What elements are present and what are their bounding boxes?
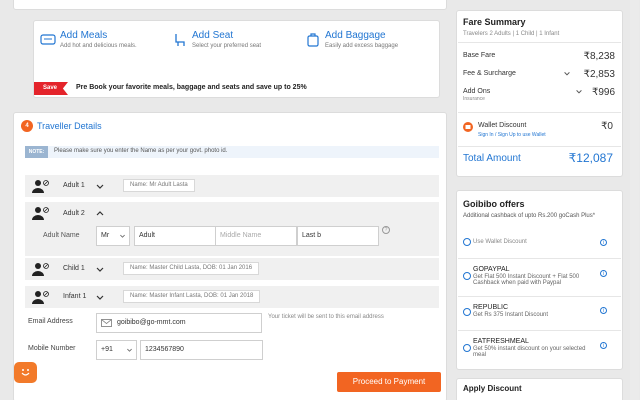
traveller-row-child-1[interactable]: Child 1 Name: Master Child Lasta, DOB: 0… <box>25 258 439 280</box>
add-meals-title: Add Meals <box>60 30 108 41</box>
total-amount-label: Total Amount <box>463 153 521 164</box>
add-meals-sub: Add hot and delicious meals. <box>60 43 137 49</box>
info-icon[interactable]: i <box>600 342 607 349</box>
chevron-down-icon[interactable] <box>95 293 105 303</box>
chevron-down-icon[interactable] <box>575 88 583 96</box>
top-strip-card <box>13 0 447 10</box>
add-baggage-option[interactable]: Add Baggage Easily add excess baggage <box>305 30 435 76</box>
help-icon[interactable]: ? <box>382 226 390 234</box>
offer-radio[interactable] <box>463 344 471 352</box>
addons-banner-text: Pre Book your favorite meals, baggage an… <box>76 84 307 91</box>
traveller-label: Child 1 <box>63 265 85 272</box>
add-baggage-sub: Easily add excess baggage <box>325 43 399 49</box>
wallet-icon <box>463 122 473 132</box>
wallet-signin-link[interactable]: Sign In / Sign Up to use Wallet <box>478 132 546 138</box>
chevron-down-icon[interactable] <box>563 70 571 78</box>
email-label: Email Address <box>28 318 73 325</box>
chat-bot-button[interactable] <box>14 362 37 383</box>
offers-sub: Additional cashback of upto Rs.200 goCas… <box>463 213 596 219</box>
traveller-label: Adult 1 <box>63 182 85 189</box>
offer-code: Use Wallet Discount <box>473 239 527 245</box>
scrollbar-thumb[interactable] <box>630 0 639 400</box>
traveller-name-tag: Name: Mr Adult Lasta <box>123 179 195 192</box>
offer-desc: Get Rs 375 Instant Discount <box>473 312 549 318</box>
offer-radio[interactable] <box>463 238 471 246</box>
mobile-label: Mobile Number <box>28 345 76 352</box>
seat-icon <box>175 34 185 46</box>
addons-row: Add Ons Insurance ₹996 <box>463 87 615 102</box>
wallet-discount-amount: ₹0 <box>601 121 613 132</box>
offer-radio[interactable] <box>463 272 471 280</box>
wallet-discount-label: Wallet Discount <box>478 122 527 129</box>
middle-name-input[interactable]: Middle Name <box>215 226 297 246</box>
info-icon[interactable]: i <box>600 239 607 246</box>
proceed-to-payment-button[interactable]: Proceed to Payment <box>337 372 441 392</box>
divider <box>458 112 621 113</box>
traveller-name-tag: Name: Master Infant Lasta, DOB: 01 Jan 2… <box>123 290 261 303</box>
offer-desc: Get 50% instant discount on your selecte… <box>473 346 586 358</box>
traveller-label: Adult 2 <box>63 210 85 217</box>
note-text: Please make sure you enter the Name as p… <box>54 148 228 154</box>
chevron-down-icon <box>127 348 132 352</box>
fee-surcharge-amount: ₹2,853 <box>583 69 615 80</box>
first-name-input[interactable]: Adult <box>134 226 216 246</box>
adult-name-label: Adult Name <box>43 232 80 239</box>
add-baggage-title: Add Baggage <box>325 30 386 41</box>
offer-desc: Get Flat 500 Instant Discount + Flat 500… <box>473 274 580 286</box>
person-icon <box>32 180 49 193</box>
divider <box>458 42 621 43</box>
info-icon[interactable]: i <box>600 270 607 277</box>
country-code-select[interactable]: +91 <box>96 340 137 360</box>
traveller-label: Infant 1 <box>63 293 87 300</box>
person-icon <box>32 263 49 276</box>
email-field[interactable]: goibibo@go-mmt.com <box>96 313 262 333</box>
info-icon[interactable]: i <box>600 307 607 314</box>
apply-discount-title[interactable]: Apply Discount <box>463 384 522 393</box>
base-fare-amount: ₹8,238 <box>583 51 615 62</box>
offer-code: REPUBLIC <box>473 304 509 311</box>
fee-surcharge-row: Fee & Surcharge ₹2,853 <box>463 69 615 80</box>
person-icon <box>32 291 49 304</box>
email-hint: Your ticket will be sent to this email a… <box>268 314 384 320</box>
baggage-icon <box>307 33 319 47</box>
mobile-input[interactable]: 1234567890 <box>140 340 263 360</box>
add-seat-option[interactable]: Add Seat Select your preferred seat <box>172 30 302 76</box>
last-name-input[interactable]: Last b <box>297 226 379 246</box>
meal-icon <box>40 34 56 45</box>
traveller-row-adult-1[interactable]: Adult 1 Name: Mr Adult Lasta <box>25 175 439 197</box>
chevron-down-icon <box>120 234 125 238</box>
divider <box>458 296 621 297</box>
offers-title: Goibibo offers <box>463 199 525 209</box>
traveller-details-title: Traveller Details <box>37 121 102 131</box>
total-amount-value: ₹12,087 <box>568 151 613 165</box>
add-seat-title: Add Seat <box>192 30 234 41</box>
add-meals-option[interactable]: Add Meals Add hot and delicious meals. <box>40 30 170 76</box>
fare-summary-sub: Travelers 2 Adults | 1 Child | 1 Infant <box>463 31 560 37</box>
divider <box>458 146 621 147</box>
base-fare-row: Base Fare ₹8,238 <box>463 51 615 62</box>
add-seat-sub: Select your preferred seat <box>192 43 262 49</box>
offer-code: EATFRESHMEAL <box>473 338 529 345</box>
addons-amount: ₹996 <box>591 87 615 98</box>
traveller-row-infant-1[interactable]: Infant 1 Name: Master Infant Lasta, DOB:… <box>25 286 439 308</box>
title-select[interactable]: Mr <box>96 226 130 246</box>
divider <box>458 330 621 331</box>
note-badge: NOTE: <box>25 146 48 158</box>
traveller-name-tag: Name: Master Child Lasta, DOB: 01 Jan 20… <box>123 262 260 275</box>
offer-radio[interactable] <box>463 308 471 316</box>
divider <box>458 258 621 259</box>
offer-code: GOPAYPAL <box>473 266 510 273</box>
fare-summary-title: Fare Summary <box>463 17 526 27</box>
chevron-up-icon[interactable] <box>95 208 105 218</box>
person-icon <box>32 207 49 220</box>
step-badge: 4 <box>21 120 33 132</box>
mail-icon <box>101 319 112 327</box>
chevron-down-icon[interactable] <box>95 265 105 275</box>
chevron-down-icon[interactable] <box>95 182 105 192</box>
smile-face-icon <box>21 369 30 376</box>
